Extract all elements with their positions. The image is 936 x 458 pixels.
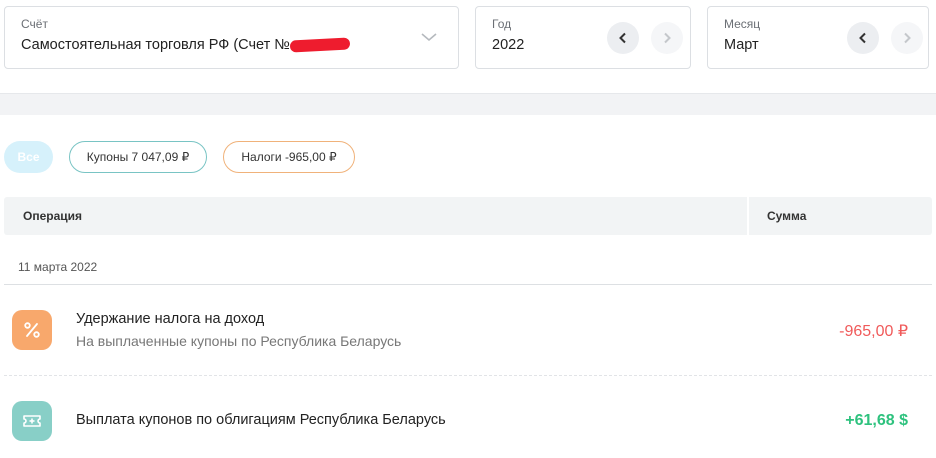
- year-value: 2022: [492, 37, 525, 53]
- year-select[interactable]: Год 2022: [475, 6, 691, 69]
- filter-taxes-button[interactable]: Налоги -965,00 ₽: [223, 141, 355, 173]
- column-sum: Сумма: [767, 209, 807, 223]
- date-group-label: 11 марта 2022: [18, 260, 98, 274]
- column-operation: Операция: [23, 209, 83, 223]
- redaction-mark: [289, 37, 351, 53]
- chevron-left-icon: [859, 32, 866, 44]
- operation-amount: -965,00 ₽: [839, 323, 908, 340]
- table-header: Операция Сумма: [4, 197, 932, 235]
- operation-title: Удержание налога на доход: [76, 311, 265, 327]
- account-label: Счёт: [21, 17, 48, 31]
- date-divider: [4, 284, 932, 285]
- account-select[interactable]: Счёт Самостоятельная торговля РФ (Счет №: [4, 6, 459, 69]
- account-value-text: Самостоятельная торговля РФ (Счет №: [21, 37, 290, 53]
- year-prev-button[interactable]: [607, 22, 639, 54]
- operation-amount: +61,68 $: [845, 412, 908, 429]
- row-divider: [4, 375, 932, 376]
- year-label: Год: [492, 17, 512, 31]
- section-divider-band: [0, 93, 936, 115]
- month-select[interactable]: Месяц Март: [707, 6, 929, 69]
- operation-title: Выплата купонов по облигациям Республика…: [76, 412, 446, 428]
- month-next-button[interactable]: [891, 22, 923, 54]
- percent-icon: [12, 310, 52, 350]
- year-next-button[interactable]: [651, 22, 683, 54]
- chevron-right-icon: [664, 32, 671, 44]
- month-prev-button[interactable]: [847, 22, 879, 54]
- chevron-left-icon: [619, 32, 626, 44]
- chevron-right-icon: [904, 32, 911, 44]
- column-divider: [747, 197, 749, 235]
- month-value: Март: [724, 37, 759, 53]
- filter-all-button[interactable]: Все: [4, 141, 53, 173]
- coupon-ticket-icon: [12, 401, 52, 441]
- account-value: Самостоятельная торговля РФ (Счет №: [21, 37, 351, 53]
- chevron-down-icon: [421, 33, 437, 42]
- operation-subtitle: На выплаченные купоны по Республика Бела…: [76, 333, 402, 349]
- month-label: Месяц: [724, 17, 761, 31]
- filter-coupons-button[interactable]: Купоны 7 047,09 ₽: [69, 141, 207, 173]
